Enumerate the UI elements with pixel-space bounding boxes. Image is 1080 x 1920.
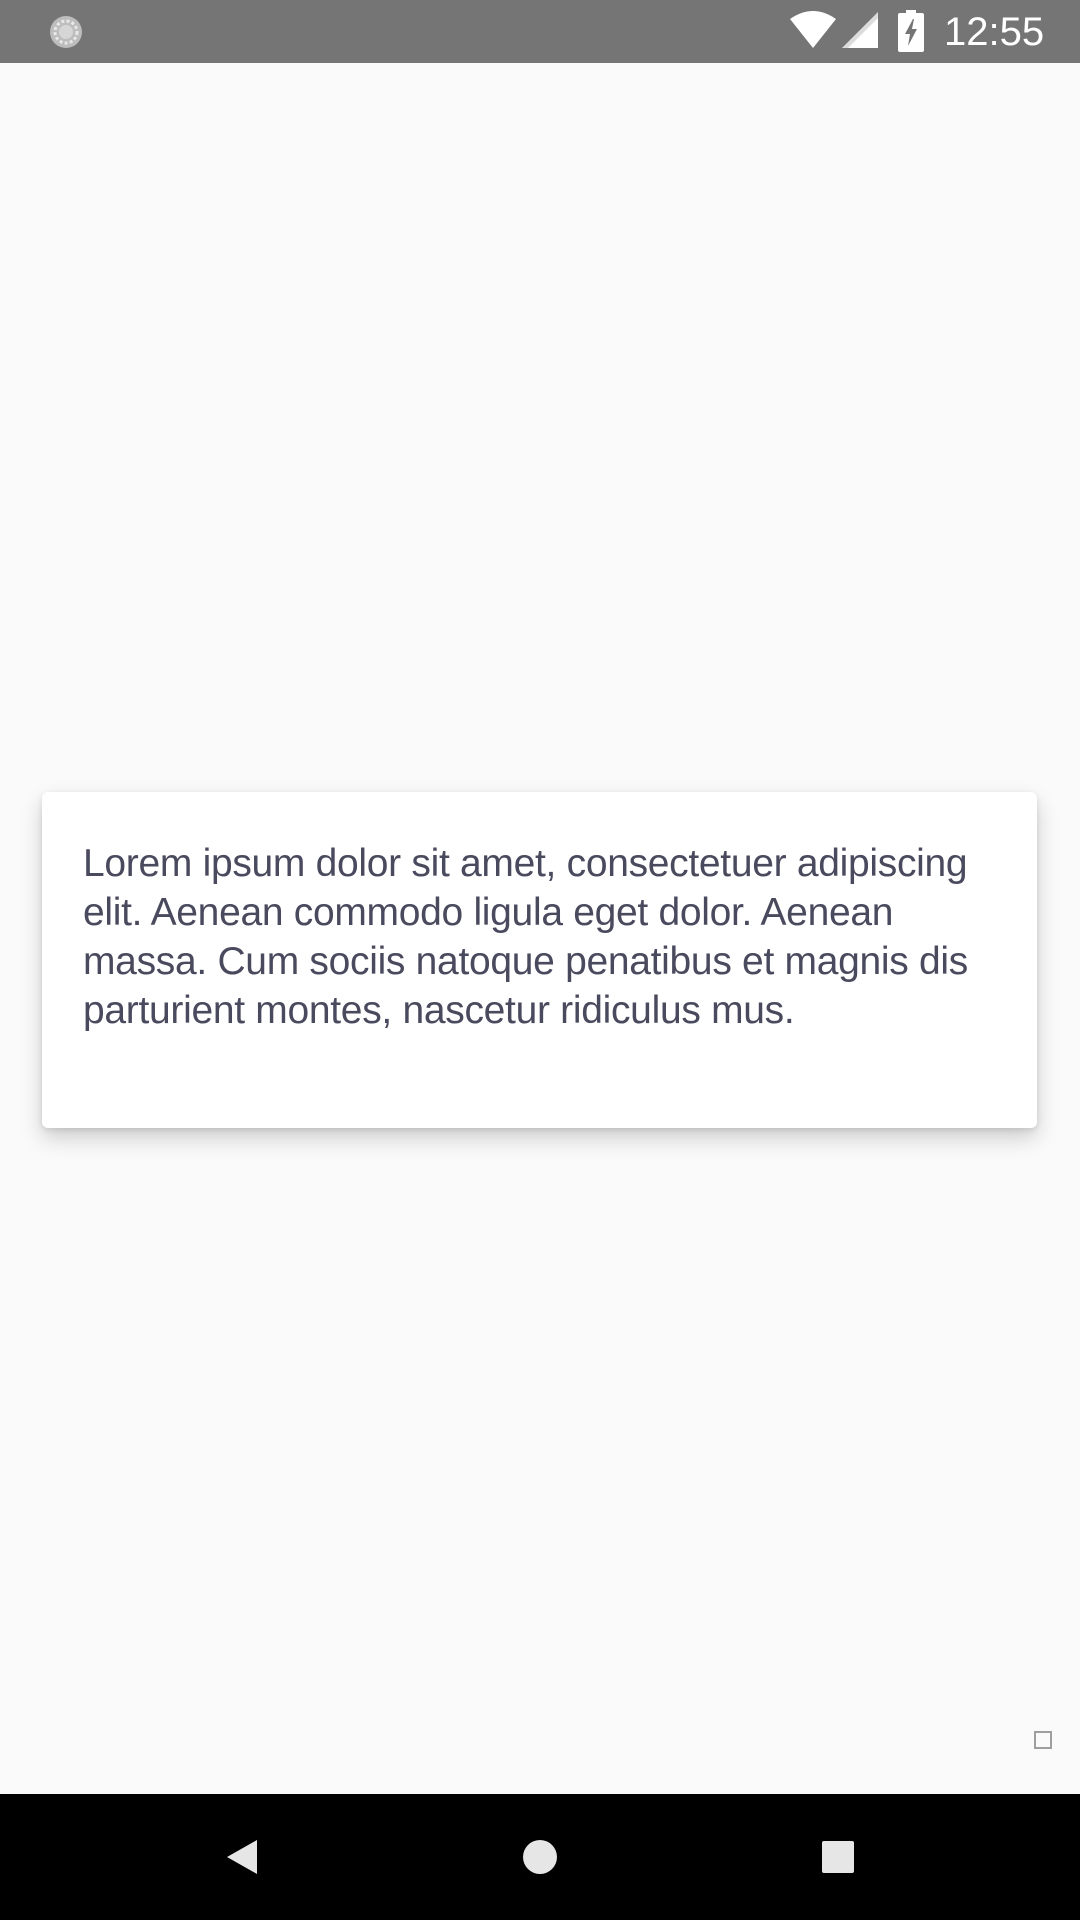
wifi-icon: [790, 11, 836, 48]
content-card: Lorem ipsum dolor sit amet, consectetuer…: [42, 792, 1037, 1128]
home-button[interactable]: [480, 1794, 600, 1920]
battery-charging-icon: [898, 10, 924, 52]
back-triangle-icon: [227, 1840, 257, 1874]
back-button[interactable]: [182, 1794, 302, 1920]
corner-square-icon: [1034, 1731, 1052, 1749]
navigation-bar: [0, 1794, 1080, 1920]
status-bar: 12:55: [0, 0, 1080, 63]
card-body-text: Lorem ipsum dolor sit amet, consectetuer…: [83, 842, 968, 1032]
home-circle-icon: [523, 1840, 557, 1874]
status-time: 12:55: [944, 10, 1045, 54]
cell-signal-icon: [842, 12, 878, 48]
recents-square-icon: [822, 1841, 854, 1873]
sync-circle-icon: [50, 16, 82, 48]
recents-button[interactable]: [778, 1794, 898, 1920]
